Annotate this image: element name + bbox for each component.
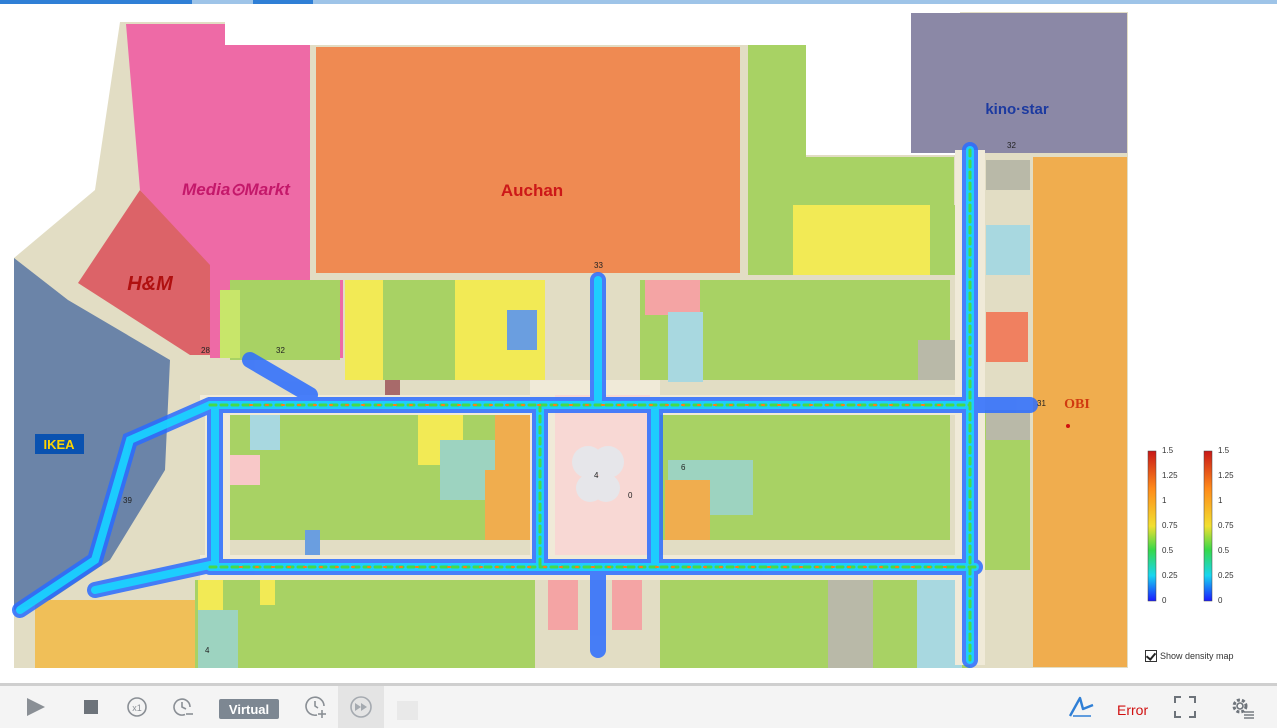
playback-toolbar: x1 Virtual Error xyxy=(0,683,1277,728)
legend-right-tick: 0 xyxy=(1218,596,1223,605)
ikea-logo: IKEA xyxy=(43,437,75,452)
route-icon xyxy=(1068,696,1094,717)
auchan-logo: Auchan xyxy=(501,181,563,200)
mediamarkt-logo: Media⊙Markt xyxy=(182,180,291,199)
legend-left-tick: 1.25 xyxy=(1162,471,1178,480)
fast-forward-icon xyxy=(350,696,372,718)
zone-label: 0 xyxy=(628,491,633,500)
virtual-button[interactable]: Virtual xyxy=(219,699,279,719)
fullscreen-button[interactable] xyxy=(1172,694,1198,720)
zone-label: 33 xyxy=(594,261,603,270)
legend-right-tick: 0.75 xyxy=(1218,521,1234,530)
legend-left-tick: 1.5 xyxy=(1162,446,1174,455)
zone-label: 32 xyxy=(276,346,285,355)
show-density-map-checkbox[interactable]: Show density map xyxy=(1145,650,1234,662)
zone-label: 31 xyxy=(1037,399,1046,408)
kinostar-area xyxy=(911,13,1127,153)
legend-right-tick: 1.25 xyxy=(1218,471,1234,480)
obi-area xyxy=(1033,157,1127,667)
legend-left-tick: 0.5 xyxy=(1162,546,1174,555)
add-time-button[interactable] xyxy=(303,694,329,720)
rewind-time-button[interactable] xyxy=(171,694,195,720)
legend-left-tick: 1 xyxy=(1162,496,1167,505)
play-button[interactable] xyxy=(22,694,48,720)
fast-forward-button[interactable] xyxy=(338,686,384,728)
svg-text:x1: x1 xyxy=(132,703,142,713)
show-density-map-label: Show density map xyxy=(1160,651,1234,661)
legend-colorbars xyxy=(1147,450,1213,602)
auchan-area xyxy=(316,47,740,273)
legend-left-tick: 0.75 xyxy=(1162,521,1178,530)
speed-x1-button[interactable]: x1 xyxy=(125,694,149,720)
play-icon xyxy=(27,698,45,716)
legend-right-tick: 0.5 xyxy=(1218,546,1230,555)
density-legend: 1.5 1.25 1 0.75 0.5 0.25 0 1.5 1.25 1 0.… xyxy=(1140,445,1277,605)
clock-back-icon xyxy=(173,698,193,716)
zone-label: 39 xyxy=(123,496,132,505)
settings-button[interactable] xyxy=(1228,694,1256,720)
legend-right-tick: 0.25 xyxy=(1218,571,1234,580)
stop-icon xyxy=(84,700,98,714)
checkbox-icon[interactable] xyxy=(1145,650,1157,662)
fullscreen-icon xyxy=(1174,696,1196,718)
speed-x1-icon: x1 xyxy=(127,697,147,717)
mall-floor-map[interactable]: Media⊙Markt Auchan H&M IKEA kino·star OB… xyxy=(0,0,1140,680)
empty-button[interactable] xyxy=(397,701,418,720)
central-atrium xyxy=(555,395,650,555)
clock-add-icon xyxy=(305,696,326,718)
legend-right-tick: 1 xyxy=(1218,496,1223,505)
stop-button[interactable] xyxy=(80,694,102,720)
hm-logo: H&M xyxy=(127,273,174,295)
zone-label: 6 xyxy=(681,463,686,472)
route-button[interactable] xyxy=(1066,694,1096,720)
legend-right-tick: 1.5 xyxy=(1218,446,1230,455)
settings-icon xyxy=(1232,698,1254,719)
zone-label: 4 xyxy=(594,471,599,480)
legend-left-tick: 0.25 xyxy=(1162,571,1178,580)
zone-label: 32 xyxy=(1007,141,1016,150)
zone-label: 28 xyxy=(201,346,210,355)
legend-left-tick: 0 xyxy=(1162,596,1167,605)
zone-label: 4 xyxy=(205,646,210,655)
error-status: Error xyxy=(1117,702,1149,718)
obi-logo: OBI xyxy=(1064,397,1090,412)
kinostar-logo: kino·star xyxy=(985,101,1049,118)
obi-marker xyxy=(1066,424,1070,428)
